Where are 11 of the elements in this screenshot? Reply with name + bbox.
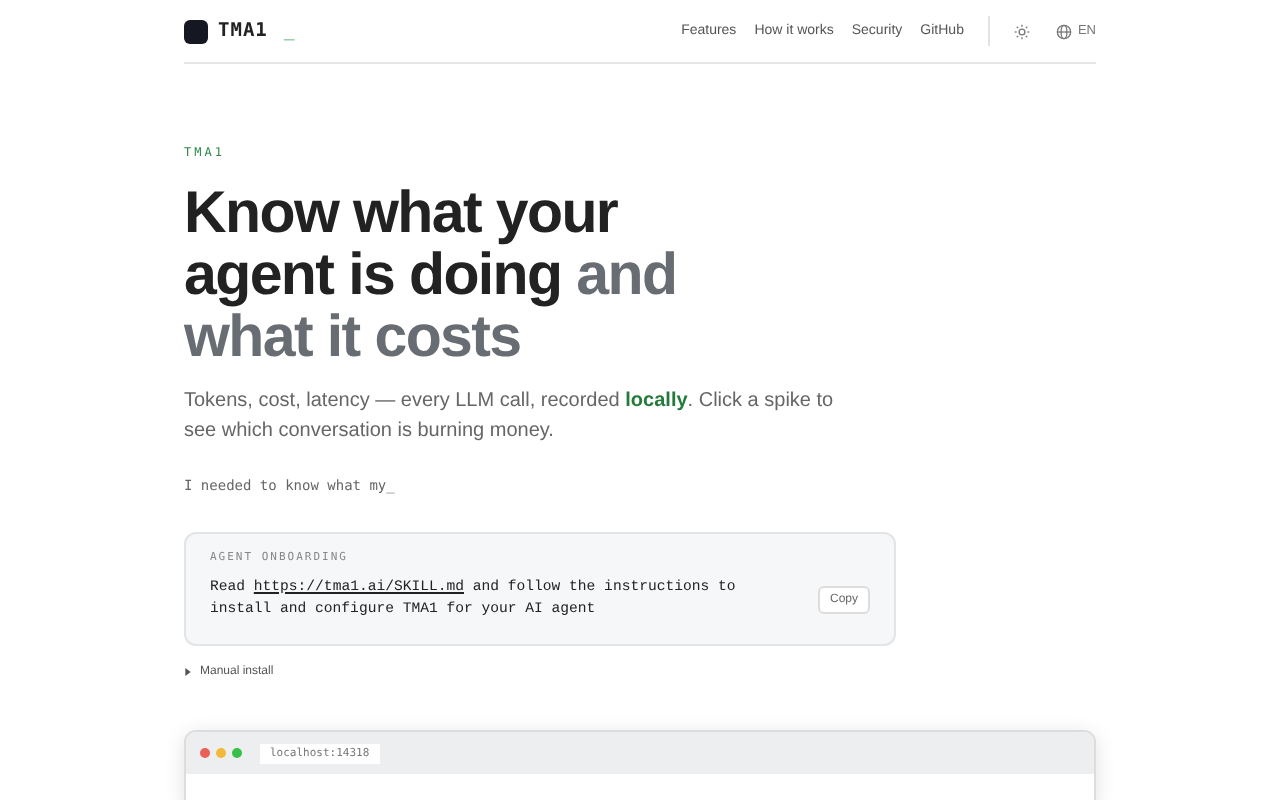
- globe-icon[interactable]: [1055, 23, 1072, 39]
- hero-description: Tokens, cost, latency — every LLM call, recorded locally. Click a spike to see which conversation is burning money.: [184, 388, 836, 446]
- hero-heading: Know what your agent is doing and what it costs: [184, 182, 679, 368]
- theme-toggle-sun-icon[interactable]: [1013, 23, 1030, 39]
- caret-right-icon[interactable]: [184, 668, 192, 676]
- close-dot-icon: [200, 748, 210, 758]
- cursor: _: [283, 21, 295, 41]
- logo-icon: [184, 19, 208, 43]
- maximize-dot-icon: [232, 748, 242, 758]
- brand-name[interactable]: TMA1: [218, 20, 268, 42]
- minimize-dot-icon: [216, 748, 226, 758]
